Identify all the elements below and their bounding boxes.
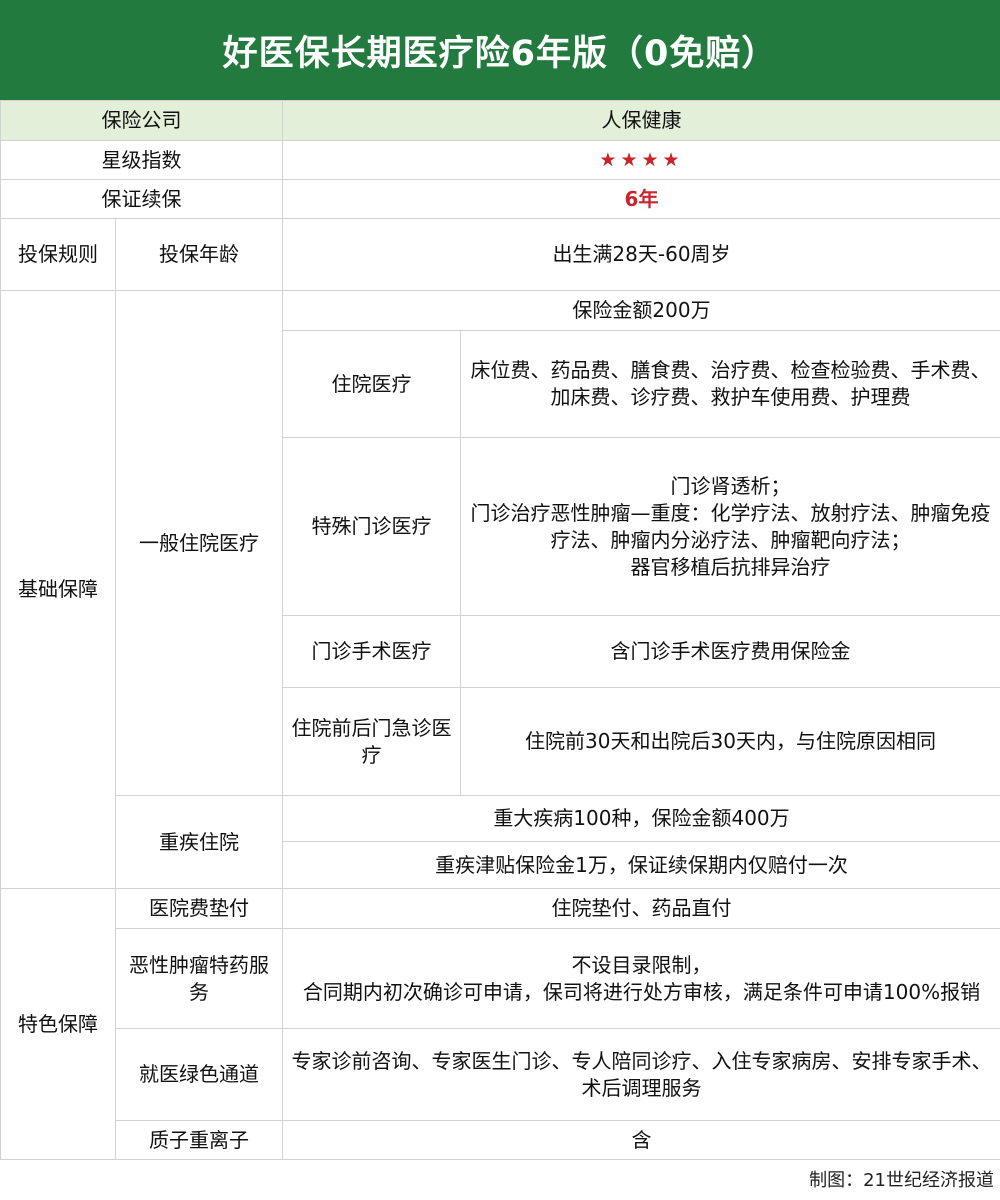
row-green-channel: 就医绿色通道 专家诊前咨询、专家医生门诊、专人陪同诊疗、入住专家病房、安排专家手… [1, 1028, 1000, 1121]
special-outpatient-label: 特殊门诊医疗 [282, 437, 461, 616]
proton-value: 含 [282, 1120, 1000, 1160]
rules-label: 投保年龄 [115, 218, 283, 291]
row-proton: 质子重离子 含 [1, 1120, 1000, 1160]
special-outpatient-line: 门诊肾透析； [670, 473, 791, 498]
cancer-drug-line: 合同期内初次确诊可申请，保司将进行处方审核，满足条件可申请100%报销 [302, 979, 981, 1004]
pre-post-hospital-label: 住院前后门急诊医疗 [282, 687, 461, 796]
rules-value: 出生满28天-60周岁 [282, 218, 1000, 291]
row-rules: 投保规则 投保年龄 出生满28天-60周岁 [0, 218, 1000, 291]
green-channel-value: 专家诊前咨询、专家医生门诊、专人陪同诊疗、入住专家病房、安排专家手术、术后调理服… [282, 1028, 1000, 1121]
row-hospital-advance: 特色保障 医院费垫付 住院垫付、药品直付 [0, 888, 1000, 1160]
row-cancer-drug: 恶性肿瘤特药服务 不设目录限制， 合同期内初次确诊可申请，保司将进行处方审核，满… [1, 928, 1000, 1029]
special-outpatient-value: 门诊肾透析； 门诊治疗恶性肿瘤—重度：化学疗法、放射疗法、肿瘤免疫疗法、肿瘤内分… [460, 437, 1000, 616]
row-company: 保险公司 人保健康 [0, 100, 1000, 141]
renewal-value: 6年 [282, 179, 1000, 219]
row-general-amount: 基础保障 一般住院医疗 保险金额200万 [0, 290, 1000, 889]
hospital-advance-value: 住院垫付、药品直付 [282, 888, 1000, 929]
critical-value-2: 重疾津贴保险金1万，保证续保期内仅赔付一次 [282, 841, 1000, 889]
inpatient-label: 住院医疗 [282, 330, 461, 438]
cancer-drug-line: 不设目录限制， [571, 952, 712, 977]
page-title: 好医保长期医疗险6年版（0免赔） [0, 0, 1000, 100]
pre-post-hospital-value: 住院前30天和出院后30天内，与住院原因相同 [460, 687, 1000, 796]
special-outpatient-line: 器官移植后抗排异治疗 [630, 554, 831, 579]
green-channel-label: 就医绿色通道 [115, 1028, 283, 1121]
cancer-drug-value: 不设目录限制， 合同期内初次确诊可申请，保司将进行处方审核，满足条件可申请100… [282, 928, 1000, 1029]
row-stars: 星级指数 ★★★★ [0, 140, 1000, 180]
special-outpatient-line: 门诊治疗恶性肿瘤—重度：化学疗法、放射疗法、肿瘤免疫疗法、肿瘤内分泌疗法、肿瘤靶… [470, 500, 991, 552]
star-rating-icons: ★★★★ [599, 149, 684, 171]
company-value: 人保健康 [282, 100, 1000, 141]
credit-footer: 制图：21世纪经济报道 [809, 1170, 994, 1191]
general-label: 一般住院医疗 [115, 290, 283, 796]
hospital-advance-label: 医院费垫付 [115, 888, 283, 929]
cancer-drug-label: 恶性肿瘤特药服务 [115, 928, 283, 1029]
company-label: 保险公司 [0, 100, 283, 141]
critical-value-1: 重大疾病100种，保险金额400万 [282, 795, 1000, 842]
rules-category: 投保规则 [0, 218, 116, 291]
outpatient-surgery-value: 含门诊手术医疗费用保险金 [460, 615, 1000, 688]
renewal-label: 保证续保 [0, 179, 283, 219]
stars-label: 星级指数 [0, 140, 283, 180]
basic-category: 基础保障 [0, 290, 116, 889]
proton-label: 质子重离子 [115, 1120, 283, 1160]
special-category: 特色保障 [0, 888, 116, 1160]
critical-label: 重疾住院 [115, 795, 283, 889]
outpatient-surgery-label: 门诊手术医疗 [282, 615, 461, 688]
row-critical-1: 重疾住院 重大疾病100种，保险金额400万 [1, 795, 1000, 889]
insurance-table: 保险公司 人保健康 星级指数 ★★★★ 保证续保 6年 投保规则 投保年龄 出生… [0, 100, 1000, 1160]
inpatient-value: 床位费、药品费、膳食费、治疗费、检查检验费、手术费、加床费、诊疗费、救护车使用费… [460, 330, 1000, 438]
general-amount: 保险金额200万 [282, 290, 1000, 331]
row-renewal: 保证续保 6年 [0, 179, 1000, 219]
